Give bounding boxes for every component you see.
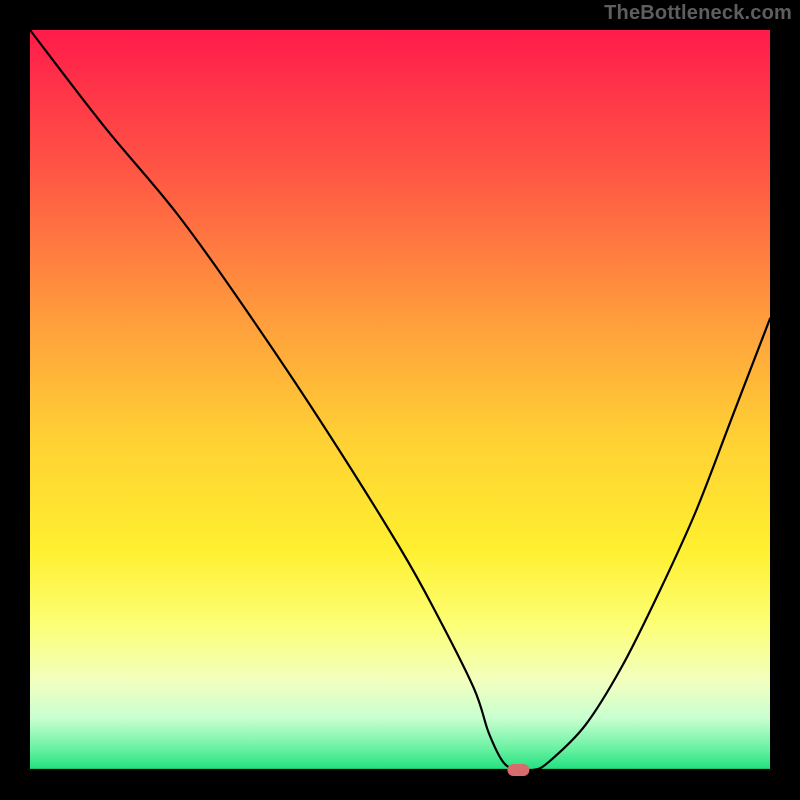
plot-background [30, 30, 770, 770]
watermark-text: TheBottleneck.com [604, 2, 792, 25]
bottleneck-chart [0, 0, 800, 800]
chart-frame: TheBottleneck.com [0, 0, 800, 800]
optimal-marker [507, 764, 529, 776]
